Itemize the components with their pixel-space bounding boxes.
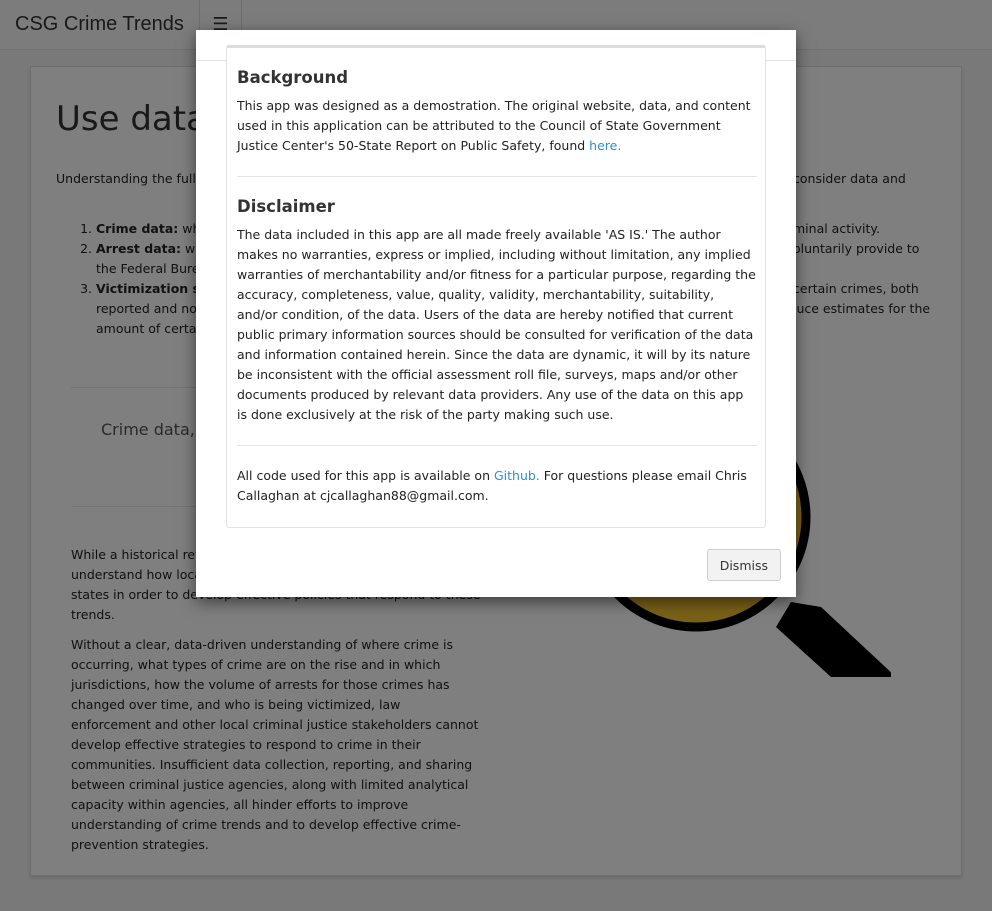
disclaimer-text: The data included in this app are all ma…: [237, 227, 756, 422]
info-well: Background This app was designed as a de…: [226, 45, 766, 528]
source-link[interactable]: here.: [589, 138, 621, 153]
dismiss-button[interactable]: Dismiss: [706, 549, 781, 581]
about-modal: Background This app was designed as a de…: [196, 30, 796, 597]
background-text-body: This app was designed as a demostration.…: [237, 98, 751, 153]
github-link[interactable]: Github.: [494, 468, 540, 483]
background-heading: Background: [237, 68, 349, 87]
background-text: This app was designed as a demostration.…: [237, 96, 757, 156]
code-text-before: All code used for this app is available …: [237, 468, 494, 483]
code-text: All code used for this app is available …: [237, 466, 757, 506]
disclaimer-heading: Disclaimer: [237, 197, 335, 216]
